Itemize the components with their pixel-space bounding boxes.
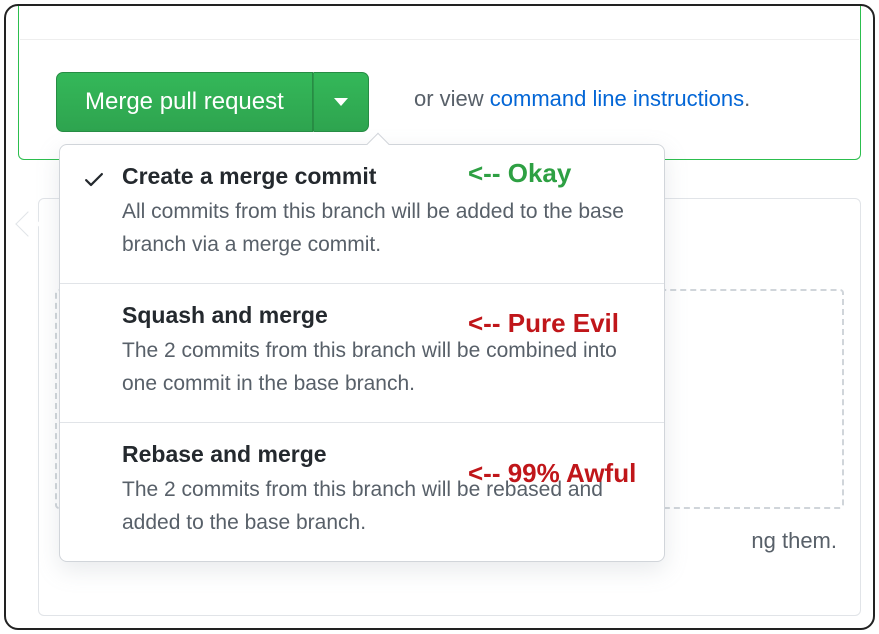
or-view-text: or view command line instructions.: [414, 86, 750, 112]
chevron-down-icon: [334, 98, 348, 106]
merge-button-label: Merge pull request: [85, 88, 284, 116]
comment-pointer: [15, 211, 40, 236]
merge-option-create-merge-commit[interactable]: Create a merge commit All commits from t…: [60, 145, 664, 284]
or-view-prefix: or view: [414, 86, 490, 111]
merge-pull-request-button[interactable]: Merge pull request: [56, 72, 313, 132]
divider: [20, 39, 859, 40]
merge-button-group: Merge pull request: [56, 72, 369, 132]
screenshot-frame: ng them. Merge pull request or view comm…: [4, 4, 875, 630]
annotation-99-awful: <-- 99% Awful: [468, 458, 636, 489]
annotation-pure-evil: <-- Pure Evil: [468, 308, 619, 339]
option-description: The 2 commits from this branch will be c…: [122, 335, 642, 400]
merge-dropdown-toggle[interactable]: [313, 72, 369, 132]
background-text-fragment: ng them.: [751, 528, 837, 554]
option-description: All commits from this branch will be add…: [122, 196, 642, 261]
check-icon: [82, 167, 106, 191]
or-view-suffix: .: [744, 86, 750, 111]
merge-method-dropdown: Create a merge commit All commits from t…: [59, 144, 665, 562]
command-line-instructions-link[interactable]: command line instructions: [490, 86, 744, 111]
merge-option-squash-and-merge[interactable]: Squash and merge The 2 commits from this…: [60, 284, 664, 423]
annotation-okay: <-- Okay: [468, 158, 571, 189]
merge-option-rebase-and-merge[interactable]: Rebase and merge The 2 commits from this…: [60, 423, 664, 561]
